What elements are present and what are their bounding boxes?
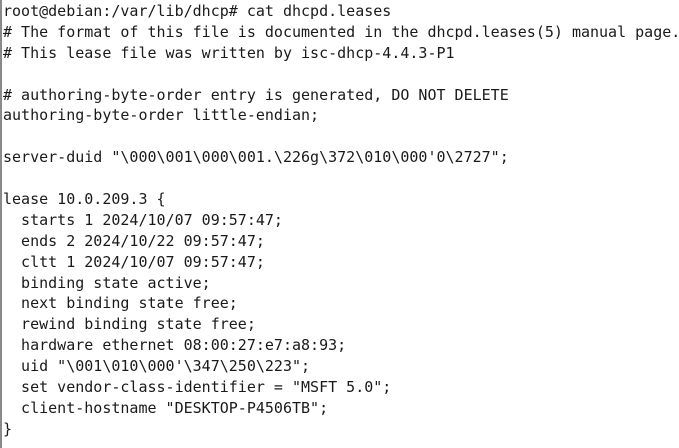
terminal-line: # The format of this file is documented … (3, 22, 679, 41)
terminal-line: server-duid "\000\001\000\001.\226g\372\… (3, 148, 509, 167)
terminal-line: starts 1 2024/10/07 09:57:47; (3, 210, 283, 229)
terminal-line: uid "\001\010\000'\347\250\223"; (3, 357, 311, 376)
terminal-line: authoring-byte-order little-endian; (3, 106, 320, 125)
terminal-line: binding state active; (3, 273, 211, 292)
terminal-line: next binding state free; (3, 294, 238, 313)
terminal-line: client-hostname "DESKTOP-P4506TB"; (3, 398, 329, 417)
terminal-line: set vendor-class-identifier = "MSFT 5.0"… (3, 378, 392, 397)
terminal-line: } (3, 419, 13, 438)
terminal-output[interactable]: root@debian:/var/lib/dhcp# cat dhcpd.lea… (3, 1, 679, 440)
terminal-line: hardware ethernet 08:00:27:e7:a8:93; (3, 336, 347, 355)
terminal-line: # authoring-byte-order entry is generate… (3, 85, 509, 104)
terminal-line: lease 10.0.209.3 { (3, 190, 166, 209)
terminal-line-command: root@debian:/var/lib/dhcp# cat dhcpd.lea… (3, 2, 392, 20)
terminal-line: cltt 1 2024/10/07 09:57:47; (3, 252, 265, 271)
terminal-line: ends 2 2024/10/22 09:57:47; (3, 231, 265, 250)
terminal-line: rewind binding state free; (3, 315, 256, 334)
window-left-border (0, 0, 2, 448)
terminal-line: # This lease file was written by isc-dhc… (3, 43, 455, 62)
